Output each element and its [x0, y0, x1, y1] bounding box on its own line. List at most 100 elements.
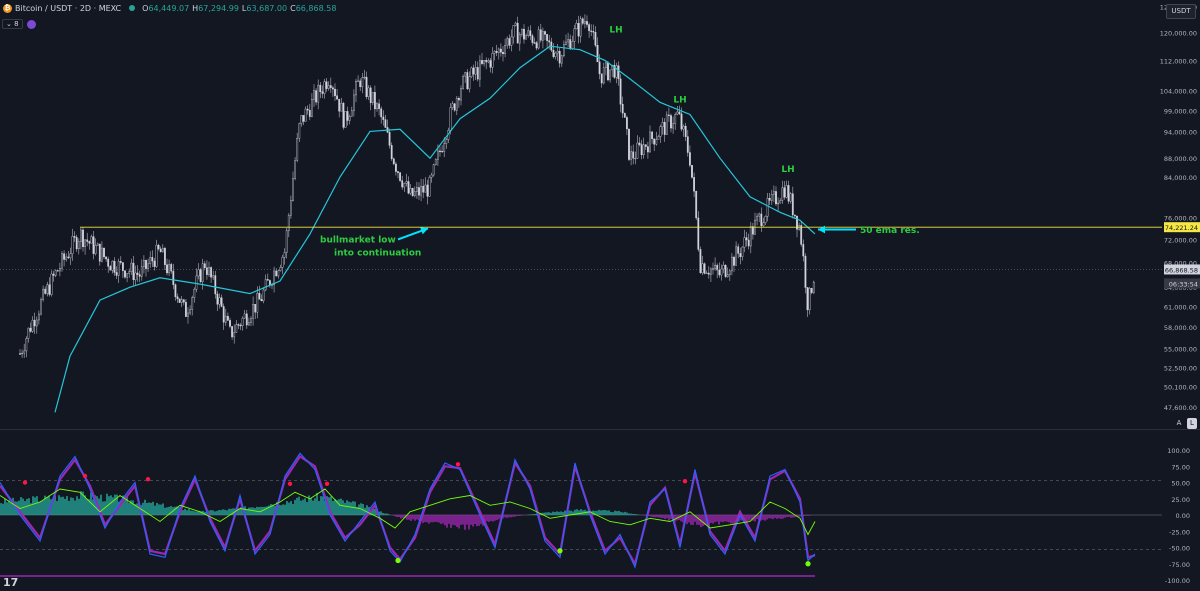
indicator-sell-dot [145, 477, 151, 482]
price-pane[interactable]: 47,600.00 50,100.00 52,500.00 55,000.00 58,0… [0, 0, 1200, 430]
currency-button[interactable]: USDT [1166, 4, 1196, 19]
histogram-bar [628, 513, 630, 515]
candle-body [281, 257, 284, 268]
histogram-bar [380, 511, 382, 515]
candle-body [342, 102, 345, 128]
histogram-bar [622, 512, 624, 515]
histogram-bar [558, 511, 560, 515]
log-scale-button[interactable]: L [1187, 418, 1197, 429]
histogram-bar [766, 515, 768, 520]
candle-body [634, 157, 637, 160]
candle-body [743, 237, 746, 248]
candle-body [201, 263, 204, 282]
indicators-toggle-button[interactable]: ⌄ 8 [2, 19, 23, 29]
indicator-pane[interactable]: 100.00 75.00 50.00 25.00 0.00 -25.00 -50.00 -75… [0, 430, 1200, 591]
annotation-arrow[interactable] [397, 227, 429, 241]
candle-body [800, 225, 803, 245]
candle-body [336, 95, 338, 100]
histogram-bar [80, 491, 82, 515]
symbol-title[interactable]: Bitcoin / USDT · 2D · MEXC [15, 4, 121, 13]
chart-annotation[interactable]: bullmarket low [320, 235, 396, 245]
histogram-bar [452, 515, 454, 525]
candle-body [69, 253, 72, 259]
candle-body [292, 178, 294, 201]
histogram-bar [774, 515, 776, 518]
histogram-bar [578, 510, 580, 515]
candle-body [355, 80, 357, 96]
auto-scale-button[interactable]: A [1174, 418, 1184, 429]
histogram-bar [598, 509, 600, 515]
indicator-sell-dot [22, 480, 28, 485]
histogram-bar [436, 515, 438, 523]
chart-annotation[interactable]: 50 ema res. [860, 226, 920, 236]
candle-body [439, 150, 441, 152]
indicator-axis-tick-label: 50.00 [1171, 480, 1190, 488]
candle-body [502, 52, 504, 55]
price-axis-tick-label: 76,000.00 [1164, 215, 1197, 223]
candle-body [787, 185, 790, 202]
candle-body [275, 270, 278, 277]
histogram-bar [764, 515, 766, 521]
chart-annotation[interactable]: into continuation [334, 249, 421, 259]
bitcoin-logo-icon: ₿ [3, 3, 12, 13]
candle-body [153, 260, 156, 267]
close-value: 66,868.58 [295, 3, 337, 13]
histogram-bar [62, 496, 64, 515]
histogram-bar [470, 515, 472, 525]
chart-stage[interactable]: 47,600.00 50,100.00 52,500.00 55,000.00 58,0… [0, 0, 1200, 591]
candle-body [426, 184, 429, 197]
histogram-bar [510, 515, 512, 518]
price-axis-tick-label: 61,000.00 [1164, 304, 1197, 312]
histogram-bar [258, 507, 260, 515]
histogram-bar [494, 515, 496, 521]
histogram-bar [264, 506, 266, 515]
candle-body [684, 125, 687, 137]
candle-body [67, 256, 70, 259]
histogram-bar [430, 515, 432, 523]
candle-body [172, 270, 175, 285]
indicator-sell-dot [682, 479, 688, 484]
candle-body [233, 332, 236, 338]
histogram-bar [148, 502, 150, 515]
chart-annotation[interactable]: LH [781, 165, 794, 175]
candle-body [563, 44, 565, 57]
indicator-icon[interactable] [26, 19, 36, 29]
candle-body [23, 350, 26, 354]
candle-body [325, 81, 328, 89]
candle-body [138, 274, 141, 277]
histogram-bar [316, 492, 318, 515]
candle-body [812, 281, 815, 293]
candle-body [518, 34, 521, 44]
candle-body [621, 104, 624, 114]
histogram-bar [608, 510, 610, 515]
candle-body [19, 353, 21, 355]
histogram-bar [770, 515, 772, 519]
candle-body [569, 39, 572, 50]
candle-body [468, 76, 471, 90]
candle-body [686, 136, 689, 153]
chart-annotation[interactable]: LH [609, 25, 622, 35]
candle-body [756, 215, 759, 221]
candle-body [262, 289, 265, 302]
candle-body [94, 245, 97, 254]
candle-body [638, 142, 641, 145]
candle-body [804, 255, 807, 288]
histogram-bar [70, 497, 72, 515]
indicator-axis-tick-label: -100.00 [1165, 577, 1190, 585]
histogram-bar [162, 503, 164, 515]
candle-body [75, 237, 78, 250]
price-axis-tick-label: 84,000.00 [1164, 174, 1197, 182]
candle-body [98, 243, 101, 262]
histogram-bar [294, 499, 296, 515]
candle-body [535, 42, 538, 49]
histogram-bar [304, 498, 306, 515]
histogram-bar [668, 515, 670, 521]
histogram-bar [76, 496, 78, 515]
candle-body [151, 257, 154, 262]
candle-body [229, 320, 231, 327]
candle-body [672, 123, 675, 129]
candle-body [693, 177, 696, 192]
ema-50-line [54, 45, 816, 413]
candle-body [44, 288, 47, 294]
chart-annotation[interactable]: LH [673, 95, 686, 105]
